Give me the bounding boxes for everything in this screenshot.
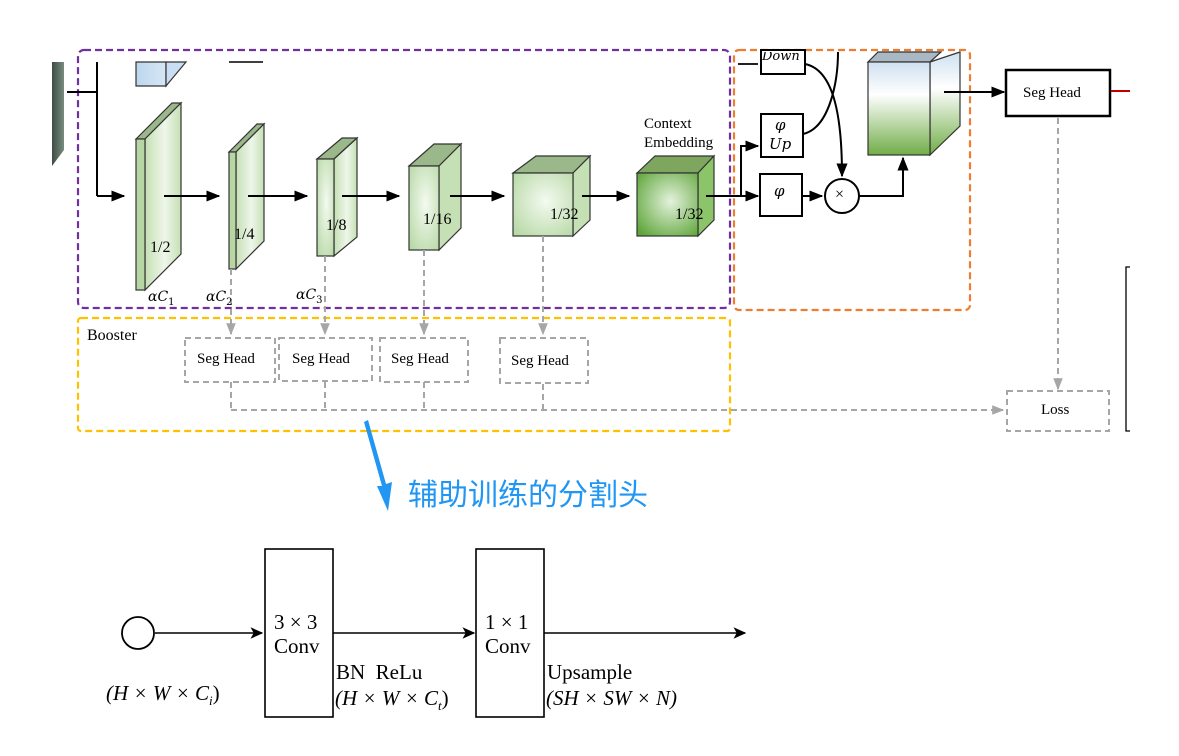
bn-relu-label: BN ReLu [336,660,423,684]
output-shape-label: (SH × SW × N) [546,686,677,710]
conv3x3-line1: 3 × 3 [274,610,318,634]
annotation-text: 辅助训练的分割头 [408,478,648,513]
stage-2-channels: αC2 [206,289,233,308]
booster-seg-head-3-label: Seg Head [391,351,449,367]
input-shape-label: (H × W × Ci) [106,681,220,709]
booster-seg-head-4-label: Seg Head [511,353,569,369]
stage-3-channels: αC3 [296,287,323,306]
multiply-symbol: × [835,186,845,203]
stage-2-scale: 1/4 [234,226,255,243]
up-label: Up [769,135,792,153]
conv1x1-line2: Conv [485,634,531,658]
up-phi-label: φ [775,116,786,134]
context-embedding-scale: 1/32 [675,206,704,223]
down-label: Down [762,52,800,64]
upsample-label: Upsample [547,660,633,684]
mid-shape-label: (H × W × Ct) [335,686,449,714]
stage-4-scale: 1/16 [423,211,452,228]
phi-label: φ [774,182,785,200]
main-seg-head-label: Seg Head [1023,85,1081,101]
stage-1-scale: 1/2 [150,239,171,256]
conv3x3-line2: Conv [274,634,320,658]
booster-seg-head-1-label: Seg Head [197,351,255,367]
booster-seg-head-2-label: Seg Head [292,351,350,367]
context-embedding-title-1: Context [644,116,692,132]
context-embedding-title-2: Embedding [644,135,714,151]
stage-3-scale: 1/8 [326,217,347,234]
conv1x1-line1: 1 × 1 [485,610,529,634]
loss-label: Loss [1041,402,1070,418]
stage-1-channels: αC1 [148,289,175,308]
booster-title: Booster [87,327,137,344]
stage-5-scale: 1/32 [550,206,579,223]
